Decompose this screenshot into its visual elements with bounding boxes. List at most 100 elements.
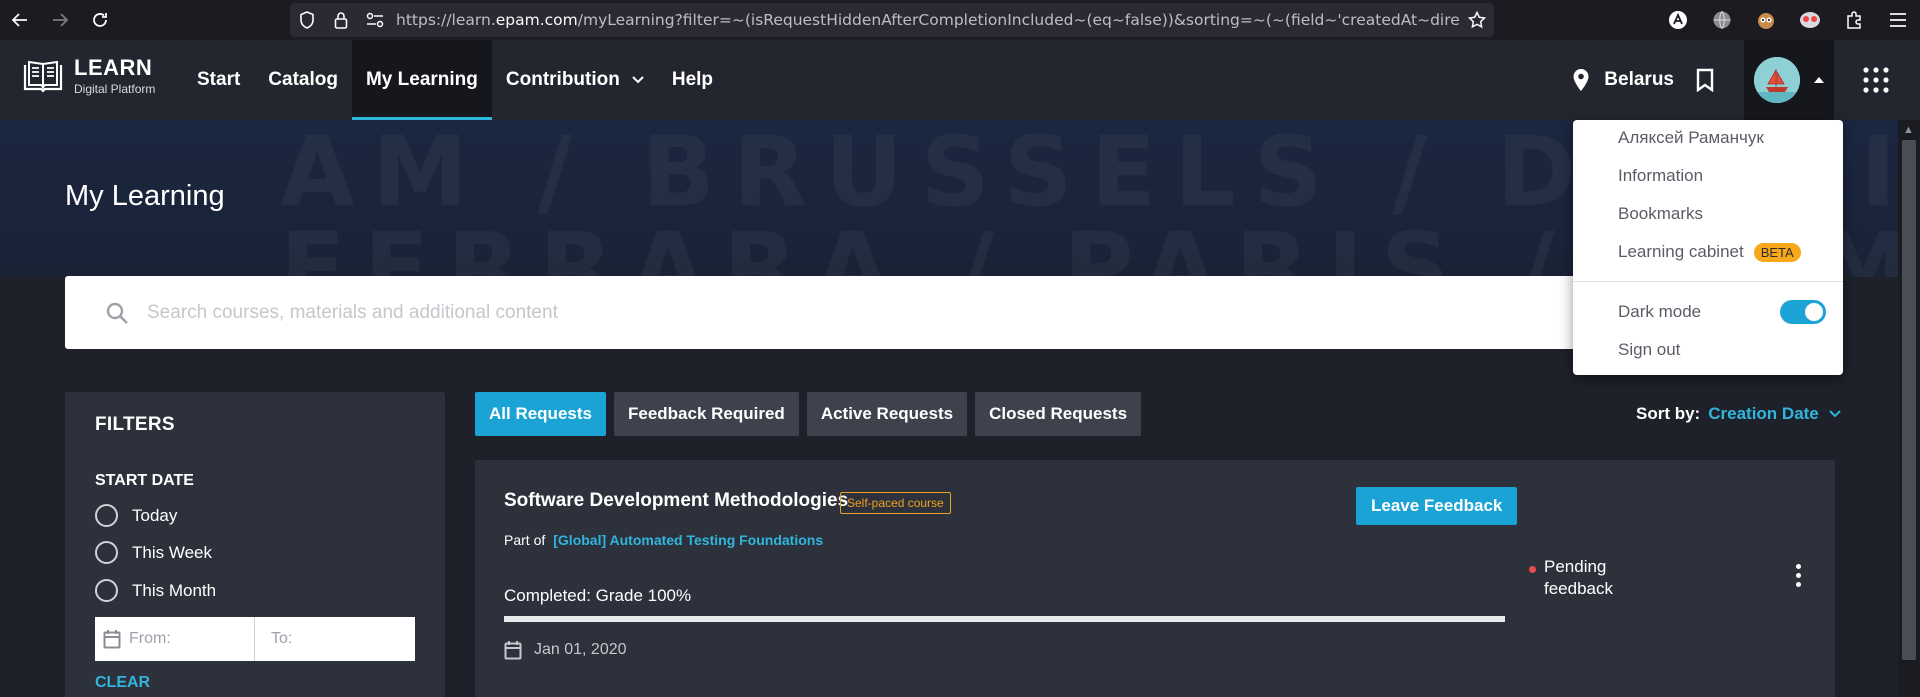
filter-this-week-label: This Week	[132, 542, 212, 562]
reload-icon	[93, 13, 107, 27]
owl-extension-icon[interactable]	[1744, 0, 1788, 40]
search-box	[65, 276, 1625, 349]
mask-extension-icon[interactable]	[1788, 0, 1832, 40]
account-extension-icon[interactable]	[1656, 0, 1700, 40]
scroll-thumb[interactable]	[1902, 140, 1916, 660]
page-title: My Learning	[65, 180, 225, 212]
clear-filters-button[interactable]: CLEAR	[95, 674, 150, 692]
location-pin-icon	[1573, 69, 1589, 91]
location-selector[interactable]: Belarus	[1572, 68, 1674, 92]
globe-extension-icon[interactable]	[1700, 0, 1744, 40]
extensions-puzzle-icon[interactable]	[1832, 0, 1876, 40]
filter-this-month-label: This Month	[132, 580, 217, 600]
filters-title: FILTERS	[95, 414, 175, 435]
nav-contribution[interactable]: Contribution	[492, 40, 658, 120]
leave-feedback-button[interactable]: Leave Feedback	[1356, 487, 1518, 525]
progress-bar	[504, 616, 1505, 622]
tab-all-requests[interactable]: All Requests	[475, 392, 606, 436]
app-header: LEARN Digital Platform Start Catalog My …	[0, 40, 1920, 120]
url-text: https://learn.epam.com/myLearning?filter…	[396, 11, 1460, 29]
kebab-dot	[1796, 573, 1801, 578]
status-dot	[1529, 566, 1536, 573]
dark-mode-toggle[interactable]	[1780, 300, 1826, 324]
card-date-value: Jan 01, 2020	[534, 641, 627, 658]
caret-up-icon	[1814, 77, 1824, 83]
to-date-field[interactable]: To:	[255, 617, 292, 661]
status-text: Pending feedback	[1544, 557, 1613, 598]
request-tabs: All Requests Feedback Required Active Re…	[475, 392, 1149, 436]
radio-circle[interactable]	[95, 579, 118, 602]
browser-toolbar: https://learn.epam.com/myLearning?filter…	[0, 0, 1920, 40]
sort-value[interactable]: Creation Date	[1708, 404, 1819, 424]
more-options-button[interactable]	[1796, 564, 1801, 591]
sort-label: Sort by:	[1636, 404, 1701, 423]
main-nav: Start Catalog My Learning Contribution H…	[183, 40, 727, 120]
menu-item-learning-cabinet[interactable]: Learning cabinet BETA	[1618, 242, 1801, 262]
tab-feedback-required[interactable]: Feedback Required	[613, 392, 799, 436]
course-type-badge: Self-paced course	[840, 492, 951, 514]
apps-grid-button[interactable]	[1846, 67, 1906, 93]
filter-this-week[interactable]: This Week	[95, 541, 212, 564]
shield-icon[interactable]	[290, 3, 324, 37]
filter-today[interactable]: Today	[95, 504, 177, 527]
tab-closed-requests[interactable]: Closed Requests	[975, 392, 1142, 436]
url-path: /myLearning?filter=~(isRequestHiddenAfte…	[577, 11, 1460, 29]
radio-circle[interactable]	[95, 541, 118, 564]
filter-today-label: Today	[132, 505, 178, 525]
kebab-dot	[1796, 564, 1801, 569]
url-prefix: https://learn.	[396, 11, 496, 29]
book-logo-icon	[23, 60, 63, 93]
calendar-icon	[103, 630, 121, 649]
lock-icon[interactable]	[324, 3, 358, 37]
scroll-up-arrow[interactable]: ▲	[1903, 124, 1914, 136]
learn-logo[interactable]: LEARN Digital Platform	[22, 57, 155, 95]
bookmark-icon	[1696, 68, 1714, 92]
beta-badge: BETA	[1753, 242, 1801, 262]
reload-button[interactable]	[80, 0, 120, 40]
from-date-field[interactable]: From:	[95, 617, 255, 661]
filter-this-month[interactable]: This Month	[95, 579, 216, 602]
chevron-down-icon	[632, 76, 644, 84]
nav-catalog[interactable]: Catalog	[254, 40, 352, 120]
hamburger-menu-icon[interactable]	[1876, 0, 1920, 40]
user-name[interactable]: Аляксей Раманчук	[1618, 128, 1764, 148]
user-menu-button[interactable]	[1744, 40, 1834, 120]
course-title[interactable]: Software Development Methodologies	[504, 490, 848, 512]
logo-subtitle: Digital Platform	[74, 82, 156, 96]
nav-my-learning[interactable]: My Learning	[351, 40, 492, 120]
search-icon	[106, 302, 128, 324]
dark-mode-label: Dark mode	[1618, 302, 1702, 321]
card-date: Jan 01, 2020	[504, 640, 627, 660]
tab-active-requests[interactable]: Active Requests	[806, 392, 968, 436]
apps-grid-icon	[1863, 67, 1889, 93]
back-button[interactable]	[0, 0, 40, 40]
part-of-label: Part of	[504, 532, 546, 548]
sign-out[interactable]: Sign out	[1618, 340, 1680, 360]
date-range: From: To:	[95, 617, 415, 661]
radio-circle[interactable]	[95, 504, 118, 527]
search-input[interactable]	[147, 301, 1447, 324]
progress-fill	[504, 616, 1505, 622]
star-bookmark-icon[interactable]	[1460, 3, 1494, 37]
menu-item-bookmarks[interactable]: Bookmarks	[1618, 204, 1703, 224]
calendar-icon	[504, 641, 522, 660]
bookmarks-button[interactable]	[1696, 68, 1714, 92]
nav-start[interactable]: Start	[183, 40, 254, 120]
permissions-icon[interactable]	[358, 3, 392, 37]
location-label: Belarus	[1604, 69, 1674, 90]
to-date-placeholder: To:	[271, 630, 293, 647]
learning-request-card: Software Development Methodologies Self-…	[475, 460, 1835, 697]
menu-item-information[interactable]: Information	[1618, 166, 1703, 186]
from-date-placeholder: From:	[129, 630, 171, 647]
forward-button[interactable]	[40, 0, 80, 40]
nav-help[interactable]: Help	[658, 40, 727, 120]
start-date-heading: START DATE	[95, 472, 194, 489]
sort-control[interactable]: Sort by: Creation Date	[1636, 404, 1841, 424]
avatar-ship-icon	[1754, 57, 1800, 103]
page-scrollbar[interactable]: ▲	[1898, 120, 1920, 697]
avatar	[1754, 57, 1800, 103]
parent-program-link[interactable]: [Global] Automated Testing Foundations	[553, 532, 823, 548]
logo-title: LEARN	[74, 55, 153, 80]
address-bar[interactable]: https://learn.epam.com/myLearning?filter…	[290, 3, 1494, 37]
status-badge: Pending feedback	[1529, 556, 1639, 600]
